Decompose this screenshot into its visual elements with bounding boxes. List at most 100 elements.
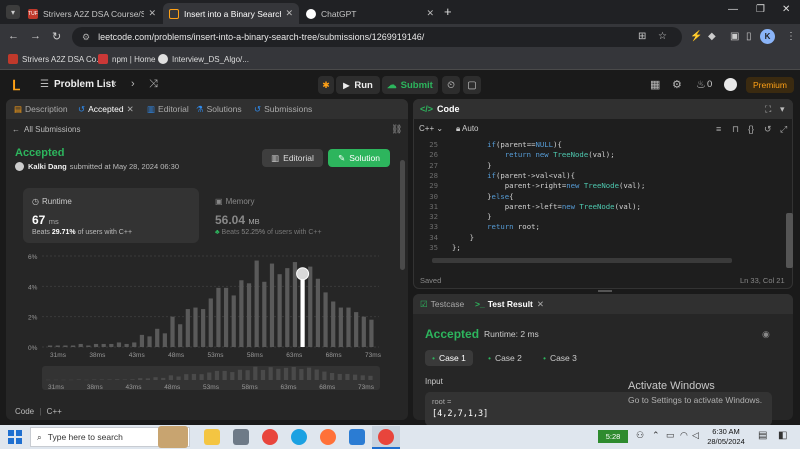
user-avatar-marker[interactable]	[296, 267, 310, 281]
chart-bar[interactable]	[55, 345, 60, 347]
close-tab-icon[interactable]: ✕	[426, 8, 434, 19]
case-1-button[interactable]: • Case 1	[425, 350, 473, 366]
chart-bar[interactable]	[354, 312, 359, 347]
code-line[interactable]: 28 if(parent->val<val){	[418, 171, 575, 181]
chart-bar[interactable]	[254, 260, 259, 347]
bookmark-striver[interactable]: Strivers A2Z DSA Co...	[8, 54, 103, 64]
panel-menu-icon[interactable]: ▾	[780, 104, 785, 115]
editorial-button[interactable]: ▥ Editorial	[262, 149, 323, 167]
camera-icon[interactable]	[233, 429, 249, 445]
tab-solutions[interactable]: ⚗ Solutions	[196, 104, 242, 115]
next-problem-icon[interactable]: ›	[131, 78, 135, 90]
chart-bar[interactable]	[323, 292, 328, 347]
submit-button[interactable]: ☁ Submit	[382, 76, 438, 94]
chart-bar[interactable]	[70, 345, 76, 347]
timer-icon[interactable]: ⏲	[442, 76, 460, 94]
browser-tab-striver[interactable]: TUF Strivers A2Z DSA Course/Sheet ✕	[22, 3, 162, 24]
battery-indicator[interactable]: 5:28	[598, 430, 628, 443]
runtime-distribution-chart[interactable]: 6% 4% 2% 0% 31ms 38ms 43ms 48ms 53ms 58ms 63ms 68m…	[24, 250, 384, 360]
chart-bar[interactable]	[231, 295, 236, 347]
auto-mode-toggle[interactable]: 🔒︎ Auto	[456, 124, 479, 134]
sidebar-icon[interactable]: ▯	[746, 31, 752, 42]
code-line[interactable]: 27 }	[418, 161, 491, 171]
settings-gear-icon[interactable]: ⚙	[672, 78, 682, 91]
translate-icon[interactable]: ⊞	[638, 31, 646, 42]
chart-bar[interactable]	[93, 343, 99, 347]
notes-icon[interactable]: ▢	[463, 76, 481, 94]
streak-fire-icon[interactable]: ♨	[696, 78, 706, 91]
chart-bar[interactable]	[178, 324, 183, 347]
code-line[interactable]: 34 }	[418, 233, 474, 243]
code-line[interactable]: 31 parent->left=new TreeNode(val);	[418, 202, 641, 212]
volume-icon[interactable]: ◁	[692, 430, 699, 441]
battery-icon[interactable]: ▭	[666, 430, 675, 441]
chart-bar[interactable]	[338, 307, 343, 347]
chart-bar[interactable]	[78, 343, 83, 347]
system-clock[interactable]: 6:30 AM 28/05/2024	[700, 427, 752, 447]
edge-icon[interactable]	[291, 429, 307, 445]
chart-bar[interactable]	[208, 298, 213, 347]
chart-bar[interactable]	[239, 280, 244, 347]
chart-bar[interactable]	[116, 342, 122, 347]
minimize-icon[interactable]: —	[728, 4, 738, 15]
notification-bell-icon[interactable]: ◧	[778, 430, 787, 441]
code-line[interactable]: 33 return root;	[418, 222, 540, 232]
code-line[interactable]: 25 if(parent==NULL){	[418, 140, 562, 150]
profile-avatar[interactable]: K	[760, 29, 775, 44]
expand-icon[interactable]: ⤢	[780, 124, 787, 135]
bookmark-icon[interactable]: ⊓	[732, 124, 739, 135]
solution-button[interactable]: ✎ Solution	[328, 149, 390, 167]
premium-button[interactable]: Premium	[746, 77, 794, 93]
extension-icon[interactable]: ⚡	[690, 31, 702, 42]
chart-bar[interactable]	[308, 266, 313, 347]
format-icon[interactable]: ≡	[716, 124, 721, 134]
layout-icon[interactable]: ▦	[650, 78, 660, 91]
chart-bar-current[interactable]	[300, 275, 305, 347]
browser-menu-icon[interactable]: ⋮	[786, 31, 796, 42]
chart-bar[interactable]	[63, 345, 68, 347]
tab-accepted[interactable]: ↺ Accepted ✕	[78, 104, 134, 115]
extension-2-icon[interactable]: ◆	[708, 31, 716, 42]
chart-bar[interactable]	[201, 309, 206, 347]
windows-start-icon[interactable]	[8, 430, 22, 444]
code-line[interactable]: 30 }else{	[418, 192, 513, 202]
tab-submissions[interactable]: ↺ Submissions	[254, 104, 312, 115]
chart-bar[interactable]	[361, 316, 366, 347]
chart-bar[interactable]	[162, 333, 167, 347]
memory-label[interactable]: ▣ Memory	[215, 197, 254, 206]
chart-bar[interactable]	[132, 342, 137, 347]
close-tab-icon[interactable]: ✕	[127, 104, 134, 114]
share-link-icon[interactable]: ⛓	[391, 124, 402, 135]
close-tab-icon[interactable]: ✕	[148, 8, 156, 19]
chart-bar[interactable]	[185, 309, 190, 347]
tab-search-button[interactable]: ▾	[6, 5, 20, 19]
chrome-active-taskbar-item[interactable]	[372, 426, 400, 449]
code-line[interactable]: 35};	[418, 243, 461, 253]
chart-bar[interactable]	[315, 278, 320, 347]
shuffle-icon[interactable]: ⤨	[149, 78, 158, 91]
chart-bar[interactable]	[346, 307, 351, 347]
chart-bar[interactable]	[139, 334, 145, 347]
tab-testcase[interactable]: ☑ Testcase	[420, 299, 464, 310]
chart-bar[interactable]	[109, 343, 114, 347]
chart-bar[interactable]	[147, 336, 152, 347]
code-line[interactable]: 29 parent->right=new TreeNode(val);	[418, 181, 645, 191]
chart-bar[interactable]	[86, 345, 91, 347]
chart-bar[interactable]	[101, 343, 106, 347]
search-highlight-icon[interactable]	[158, 426, 188, 448]
tab-editorial[interactable]: ▥ Editorial	[147, 104, 189, 115]
forward-icon[interactable]: →	[30, 30, 41, 42]
chart-bar[interactable]	[170, 316, 175, 347]
left-scrollbar[interactable]	[400, 160, 405, 270]
file-explorer-icon[interactable]	[204, 429, 220, 445]
code-line[interactable]: 32 }	[418, 212, 491, 222]
new-tab-button[interactable]: +	[444, 4, 452, 19]
leetcode-logo-icon[interactable]: ᒪ	[12, 77, 26, 93]
chart-bar[interactable]	[223, 287, 229, 347]
firefox-icon[interactable]	[320, 429, 336, 445]
url-field[interactable]: ⚙ leetcode.com/problems/insert-into-a-bi…	[72, 27, 682, 47]
bookmark-npm[interactable]: npm | Home	[98, 54, 155, 64]
restore-icon[interactable]: ❐	[756, 4, 765, 15]
right-scrollbar[interactable]	[786, 213, 793, 268]
chart-bar[interactable]	[262, 281, 267, 347]
